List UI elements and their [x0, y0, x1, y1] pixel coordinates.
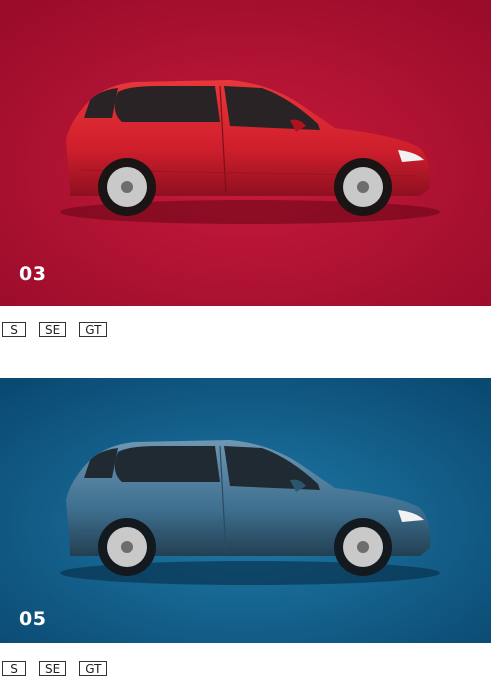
car-image-red: [0, 0, 491, 306]
trim-list: S SE GT: [2, 661, 108, 676]
trim-badge-se: SE: [39, 322, 67, 337]
panel-number: 03: [19, 263, 47, 285]
car-colour-panel-blue: 05: [0, 378, 491, 643]
trim-badge-s: S: [2, 322, 26, 337]
trim-badge-gt: GT: [79, 661, 108, 676]
trim-list: S SE GT: [2, 322, 108, 337]
car-colour-panel-red: 03: [0, 0, 491, 306]
panel-number: 05: [19, 608, 47, 630]
trim-badge-s: S: [2, 661, 26, 676]
car-image-blue: [0, 378, 491, 643]
trim-badge-gt: GT: [79, 322, 108, 337]
trim-badge-se: SE: [39, 661, 67, 676]
